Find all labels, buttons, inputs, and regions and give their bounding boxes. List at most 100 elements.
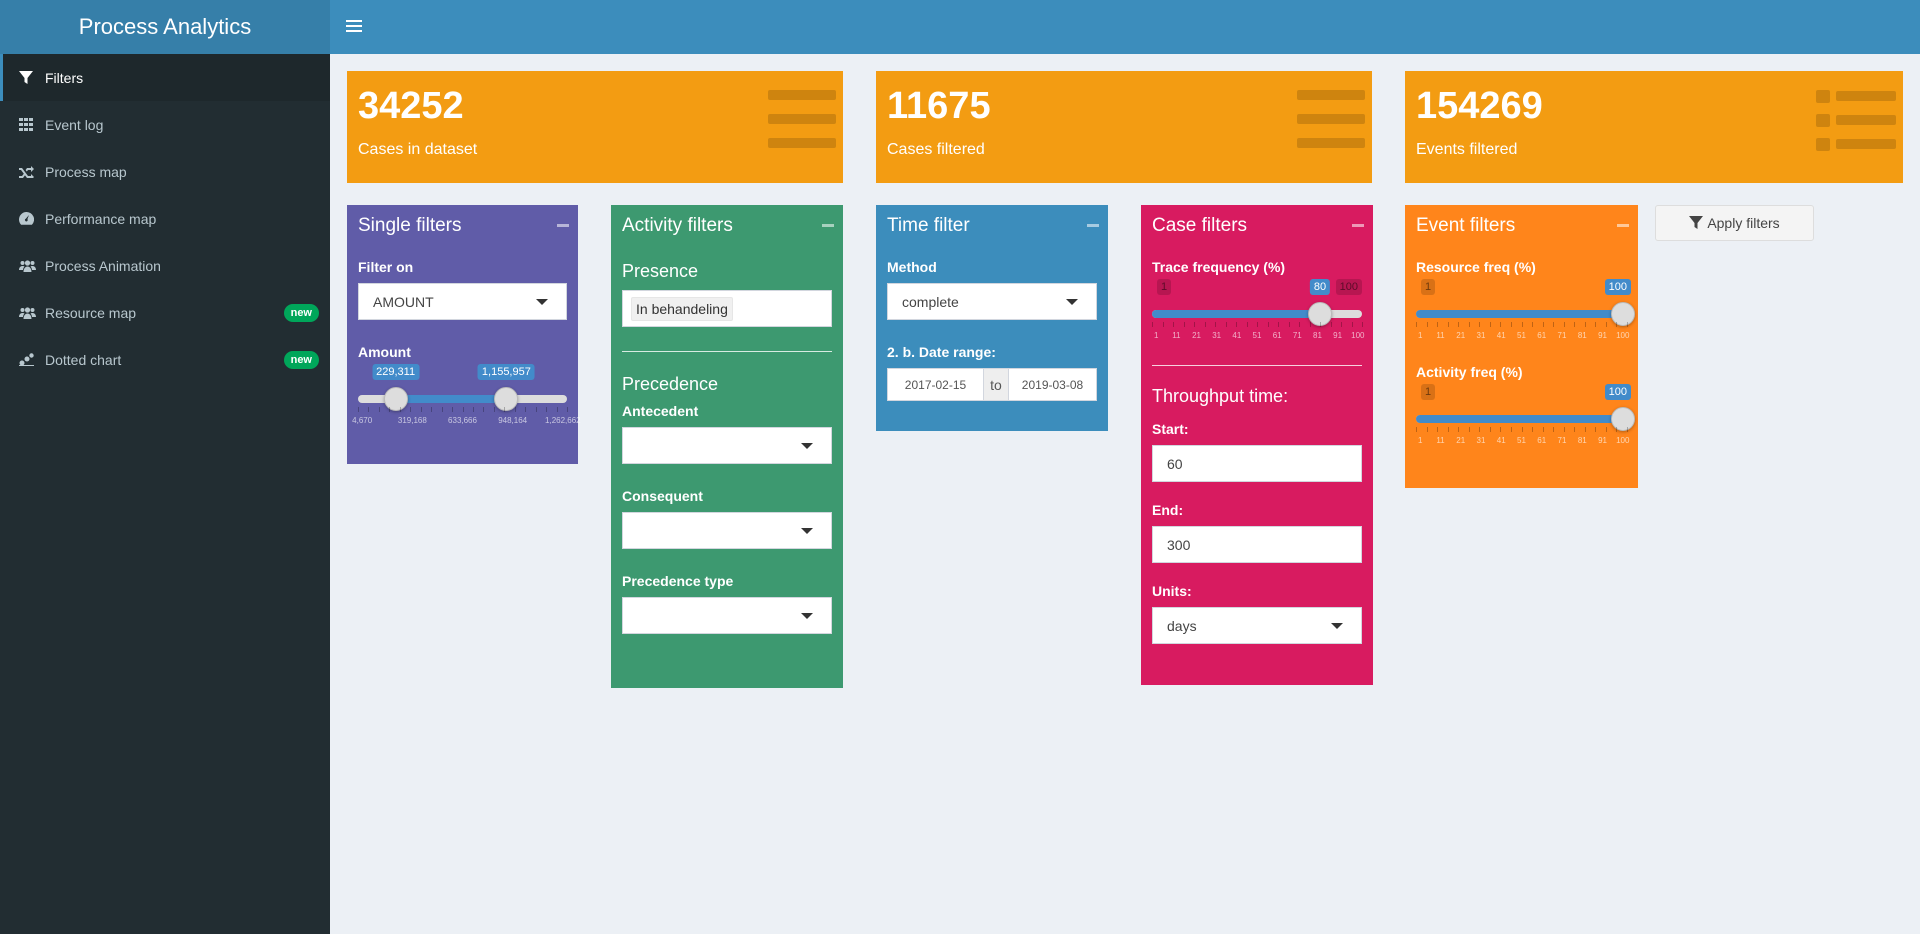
sidebar-item-process-animation[interactable]: Process Animation bbox=[0, 242, 330, 289]
sidebar-toggle-icon[interactable] bbox=[346, 17, 362, 37]
amount-range-slider[interactable]: 229,311 1,155,957 4,670 319,168 633,666 948,1… bbox=[352, 364, 581, 428]
presence-tag[interactable]: In behandeling bbox=[631, 296, 733, 321]
slider-value-label: 100 bbox=[1604, 384, 1631, 400]
sidebar-item-label: Process map bbox=[45, 163, 127, 180]
slider-tick bbox=[1458, 427, 1460, 432]
slider-max-label: 100 bbox=[1335, 279, 1362, 295]
slider-tick bbox=[399, 407, 401, 412]
resource-freq-slider[interactable]: 1 100 1 11 21 31 41 51 61 71 81 91 100 bbox=[1416, 279, 1635, 343]
slider-tick bbox=[1173, 322, 1174, 327]
slider-tick bbox=[1468, 427, 1470, 432]
trace-frequency-slider[interactable]: 1 100 80 1 11 21 31 41 51 61 71 81 91 100 bbox=[1152, 279, 1364, 343]
precedence-type-select[interactable] bbox=[622, 597, 832, 634]
slider-tick bbox=[1215, 322, 1216, 327]
slider-value-label: 80 bbox=[1309, 279, 1331, 295]
top-navbar bbox=[330, 0, 1920, 54]
slider-grid-label: 61 bbox=[1537, 331, 1547, 340]
slider-tick bbox=[472, 407, 474, 412]
sidebar-item-filters[interactable]: Filters bbox=[0, 54, 330, 101]
slider-tick bbox=[1605, 322, 1607, 327]
consequent-select[interactable] bbox=[622, 512, 832, 549]
caret-down-icon bbox=[801, 443, 813, 449]
collapse-icon[interactable] bbox=[1087, 224, 1099, 227]
slider-grid-label: 51 bbox=[1517, 331, 1526, 340]
date-to-input[interactable]: 2019-03-08 bbox=[1009, 369, 1096, 400]
slider-grid-label: 91 bbox=[1598, 436, 1607, 445]
units-label: Units: bbox=[1152, 583, 1192, 599]
slider-grid-label: 4,670 bbox=[352, 416, 373, 425]
end-input[interactable]: 300 bbox=[1152, 526, 1362, 563]
list-icon bbox=[1297, 90, 1367, 154]
collapse-icon[interactable] bbox=[822, 224, 834, 227]
slider-tick bbox=[1500, 322, 1502, 327]
slider-min-label: 1 bbox=[1421, 384, 1436, 400]
slider-tick bbox=[1510, 427, 1512, 432]
slider-tick bbox=[1532, 427, 1534, 432]
slider-min-label: 1 bbox=[1421, 279, 1436, 295]
stat-value: 34252 bbox=[358, 85, 464, 127]
apply-filters-button[interactable]: Apply filters bbox=[1655, 205, 1814, 241]
slider-tick bbox=[1341, 322, 1342, 327]
caret-down-icon bbox=[536, 299, 548, 305]
stat-label: Cases filtered bbox=[887, 141, 985, 158]
caret-down-icon bbox=[1331, 623, 1343, 629]
slider-tick bbox=[420, 407, 422, 412]
presence-multiselect[interactable]: In behandeling bbox=[622, 290, 832, 327]
slider-tick bbox=[1194, 322, 1195, 327]
app-logo[interactable]: Process Analytics bbox=[0, 0, 330, 54]
collapse-icon[interactable] bbox=[1352, 224, 1364, 227]
slider-grid-label: 1 bbox=[1153, 331, 1159, 340]
sidebar-item-label: Event log bbox=[45, 116, 104, 133]
antecedent-select[interactable] bbox=[622, 427, 832, 464]
antecedent-label: Antecedent bbox=[622, 403, 699, 419]
slider-tick bbox=[1437, 427, 1439, 432]
collapse-icon[interactable] bbox=[557, 224, 569, 227]
start-input[interactable]: 60 bbox=[1152, 445, 1362, 482]
slider-tick bbox=[1426, 427, 1428, 432]
slider-tick bbox=[1299, 322, 1300, 327]
slider-tick bbox=[567, 407, 568, 412]
slider-grid-label: 61 bbox=[1537, 436, 1547, 445]
box-title: Time filter bbox=[887, 215, 970, 236]
collapse-icon[interactable] bbox=[1617, 224, 1629, 227]
slider-tick bbox=[368, 407, 370, 412]
stat-box-cases-in-dataset: 34252 Cases in dataset bbox=[347, 71, 843, 183]
activity-freq-slider[interactable]: 1 100 1 11 21 31 41 51 61 71 81 91 100 bbox=[1416, 384, 1635, 448]
date-from-input[interactable]: 2017-02-15 bbox=[888, 369, 983, 400]
slider-tick bbox=[546, 407, 548, 412]
slider-tick bbox=[1479, 322, 1481, 327]
box-title: Single filters bbox=[358, 215, 462, 236]
event-filters-box: Event filters Resource freq (%) 1 100 1 11 2… bbox=[1405, 205, 1638, 488]
sidebar-item-event-log[interactable]: Event log bbox=[0, 101, 330, 148]
method-select[interactable]: complete bbox=[887, 283, 1097, 320]
sidebar-item-performance-map[interactable]: Performance map bbox=[0, 195, 330, 242]
slider-tick bbox=[452, 407, 454, 412]
stat-label: Cases in dataset bbox=[358, 141, 478, 158]
sidebar-item-label: Filters bbox=[45, 69, 84, 86]
slider-ticks bbox=[358, 407, 568, 413]
sidebar-item-resource-map[interactable]: Resource map new bbox=[0, 289, 330, 336]
slider-grid-label: 11 bbox=[1436, 436, 1445, 445]
slider-tick bbox=[1521, 322, 1523, 327]
slider-ticks bbox=[1152, 322, 1363, 328]
method-value: complete bbox=[902, 293, 959, 310]
stat-box-cases-filtered: 11675 Cases filtered bbox=[876, 71, 1372, 183]
slider-tick bbox=[1447, 427, 1449, 432]
slider-tick bbox=[441, 407, 443, 412]
slider-fill bbox=[1152, 310, 1320, 318]
th-list-icon bbox=[1816, 90, 1898, 154]
sidebar: Filters Event log Process map Performanc… bbox=[0, 54, 330, 934]
sidebar-item-label: Dotted chart bbox=[45, 351, 122, 368]
slider-grid-label: 100 bbox=[1616, 331, 1630, 340]
slider-min-label: 1 bbox=[1157, 279, 1172, 295]
slider-tick bbox=[1510, 322, 1512, 327]
sidebar-item-dotted-chart[interactable]: Dotted chart new bbox=[0, 336, 330, 383]
caret-down-icon bbox=[801, 613, 813, 619]
apply-filters-label: Apply filters bbox=[1707, 215, 1780, 231]
slider-tick bbox=[1468, 322, 1470, 327]
units-select[interactable]: days bbox=[1152, 607, 1362, 644]
slider-tick bbox=[1426, 322, 1428, 327]
sidebar-item-process-map[interactable]: Process map bbox=[0, 148, 330, 195]
slider-grid-label: 11 bbox=[1172, 331, 1181, 340]
filter-on-select[interactable]: AMOUNT bbox=[358, 283, 567, 320]
